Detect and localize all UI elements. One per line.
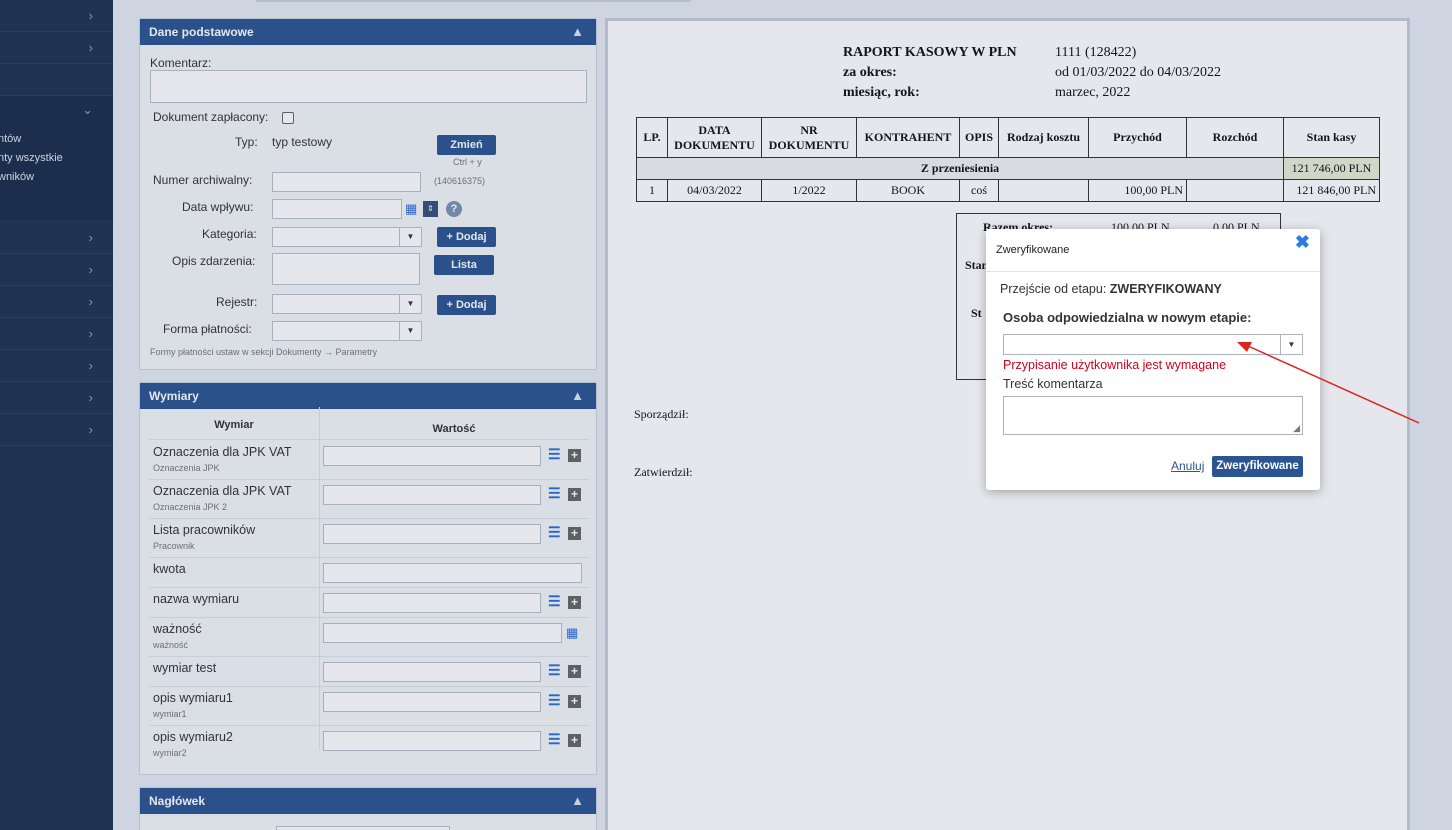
annotation-arrow (1237, 342, 1420, 424)
arrow-line (1247, 345, 1420, 424)
